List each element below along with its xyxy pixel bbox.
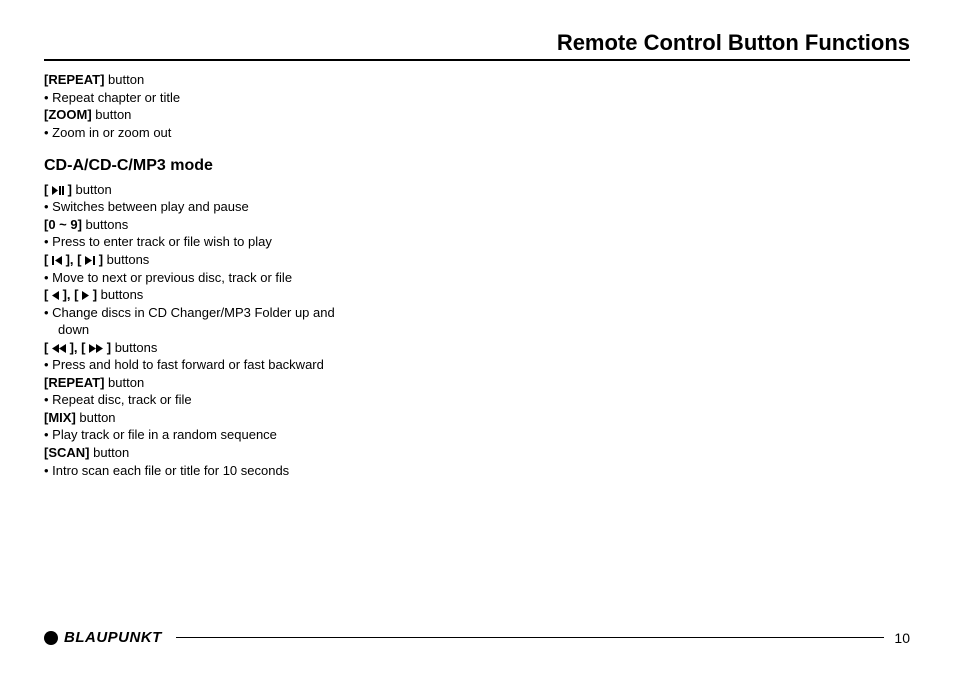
mode-head-5: [REPEAT] button — [44, 374, 504, 392]
mode-bullet-0-0: Switches between play and pause — [44, 198, 504, 216]
right-arrow-icon — [82, 287, 93, 302]
mode-head-4: [ ], [ ] buttons — [44, 339, 504, 357]
mode-block: [ ] buttonSwitches between play and paus… — [44, 181, 504, 479]
mode-bullet-1-0: Press to enter track or file wish to pla… — [44, 233, 504, 251]
mode-bullet-2-0: Move to next or previous disc, track or … — [44, 269, 504, 287]
fast-forward-icon — [85, 340, 106, 355]
top-block: [REPEAT] buttonRepeat chapter or title[Z… — [44, 71, 504, 141]
left-arrow-icon — [52, 287, 63, 302]
mode-head-2: [ ], [ ] buttons — [44, 251, 504, 269]
mode-bullet-6-0: Play track or file in a random sequence — [44, 426, 504, 444]
mode-bullet-5-0: Repeat disc, track or file — [44, 391, 504, 409]
content-column: [REPEAT] buttonRepeat chapter or title[Z… — [44, 71, 504, 479]
top-bullet-0-0: Repeat chapter or title — [44, 89, 504, 107]
page-number: 10 — [894, 630, 910, 646]
mode-head-0: [ ] button — [44, 181, 504, 199]
brand-text: BLAUPUNKT — [64, 629, 162, 646]
mode-head-3: [ ], [ ] buttons — [44, 286, 504, 304]
top-head-0: [REPEAT] button — [44, 71, 504, 89]
footer-divider — [176, 637, 885, 638]
mode-bullet-4-0: Press and hold to fast forward or fast b… — [44, 356, 504, 374]
mode-head-6: [MIX] button — [44, 409, 504, 427]
brand-logo: BLAUPUNKT — [44, 629, 162, 646]
mode-head-7: [SCAN] button — [44, 444, 504, 462]
mode-head-1: [0 ~ 9] buttons — [44, 216, 504, 234]
mode-subheading: CD-A/CD-C/MP3 mode — [44, 155, 504, 177]
next-track-icon — [85, 252, 99, 267]
mode-bullet-3-0: Change discs in CD Changer/MP3 Folder up… — [44, 304, 504, 322]
top-head-1: [ZOOM] button — [44, 106, 504, 124]
play-pause-icon — [52, 182, 68, 197]
page: Remote Control Button Functions [REPEAT]… — [0, 0, 954, 682]
prev-track-icon — [52, 252, 66, 267]
top-bullet-1-0: Zoom in or zoom out — [44, 124, 504, 142]
rewind-icon — [48, 340, 69, 355]
brand-dot-icon — [44, 631, 58, 645]
mode-bullet-3-1: down — [44, 321, 504, 339]
footer: BLAUPUNKT 10 — [44, 629, 910, 646]
page-title: Remote Control Button Functions — [44, 30, 910, 61]
mode-bullet-7-0: Intro scan each file or title for 10 sec… — [44, 462, 504, 480]
